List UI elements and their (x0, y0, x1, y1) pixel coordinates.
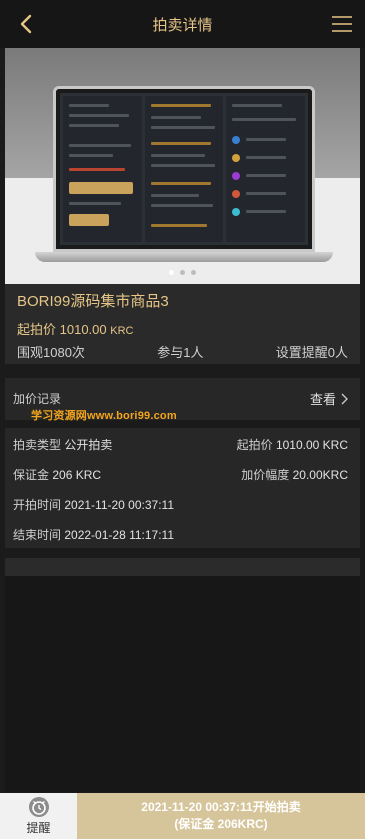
view-records-link[interactable]: 查看 (310, 389, 348, 408)
deposit-label: 保证金 (13, 468, 50, 482)
content-area (5, 576, 360, 792)
pager-dot[interactable] (191, 270, 196, 275)
laptop-base (35, 252, 333, 262)
end-time-value: 2022-01-28 11:17:11 (64, 528, 175, 542)
chevron-right-icon (341, 393, 348, 404)
increment-label: 加价幅度 (241, 468, 290, 482)
product-image-carousel[interactable] (5, 48, 360, 284)
reminders-count: 设置提醒0人 (275, 345, 348, 360)
participants-count: 参与1人 (157, 345, 204, 360)
auction-deposit-note: (保证金 206KRC) (174, 817, 268, 831)
section-divider (5, 558, 360, 576)
bid-records-label: 加价记录 (13, 392, 62, 406)
pager-dot[interactable] (169, 270, 174, 275)
auction-start-button[interactable]: 2021-11-20 00:37:11开始拍卖 (保证金 206KRC) (77, 793, 365, 839)
watermark-text: 学习资源网www.bori99.com (31, 410, 177, 422)
detail-start-price-value: 1010.00 KRC (275, 438, 348, 452)
start-price: 起拍价 1010.00 KRC (17, 319, 134, 338)
detail-row-deposit: 保证金 206 KRC 加价幅度 20.00KRC (13, 466, 348, 483)
start-price-value: 1010.00 (59, 322, 107, 337)
carousel-pager[interactable] (5, 270, 360, 275)
start-time-value: 2021-11-20 00:37:11 (64, 498, 175, 512)
start-price-unit: KRC (110, 325, 134, 337)
remind-button[interactable]: 提醒 (0, 793, 77, 839)
end-time-label: 结束时间 (13, 528, 62, 542)
product-stats: 围观1080次 参与1人 设置提醒0人 (17, 342, 348, 361)
detail-row-type: 拍卖类型 公开拍卖 起拍价 1010.00 KRC (13, 436, 348, 453)
pager-dot[interactable] (180, 270, 185, 275)
header-bar: 拍卖详情 (0, 0, 365, 48)
start-price-label: 起拍价 (17, 322, 57, 337)
detail-row-end-time: 结束时间 2022-01-28 11:17:11 (13, 526, 348, 543)
product-image-laptop (53, 86, 315, 252)
bid-records-row[interactable]: 加价记录 查看 学习资源网www.bori99.com (5, 378, 360, 422)
view-records-label: 查看 (309, 392, 336, 407)
views-count: 围观1080次 (17, 345, 85, 360)
hamburger-menu-icon[interactable] (331, 15, 353, 33)
bottom-action-bar: 提醒 2021-11-20 00:37:11开始拍卖 (保证金 206KRC) (0, 793, 365, 839)
auction-start-time: 2021-11-20 00:37:11开始拍卖 (141, 800, 301, 814)
auction-details: 拍卖类型 公开拍卖 起拍价 1010.00 KRC 保证金 206 KRC 加价… (5, 428, 360, 548)
auction-type-value: 公开拍卖 (64, 438, 113, 452)
product-name: BORI99源码集市商品3 (17, 293, 169, 310)
start-time-label: 开拍时间 (13, 498, 62, 512)
page-title: 拍卖详情 (152, 16, 213, 34)
detail-row-start-time: 开拍时间 2021-11-20 00:37:11 (13, 496, 348, 513)
product-info: BORI99源码集市商品3 起拍价 1010.00 KRC 围观1080次 参与… (5, 284, 360, 364)
detail-start-price-label: 起拍价 (236, 438, 273, 452)
remind-label: 提醒 (26, 821, 51, 835)
increment-value: 20.00KRC (292, 468, 348, 482)
deposit-value: 206 KRC (52, 468, 102, 482)
chevron-left-icon[interactable] (16, 13, 38, 35)
alarm-clock-icon (28, 797, 49, 817)
auction-type-label: 拍卖类型 (13, 438, 62, 452)
